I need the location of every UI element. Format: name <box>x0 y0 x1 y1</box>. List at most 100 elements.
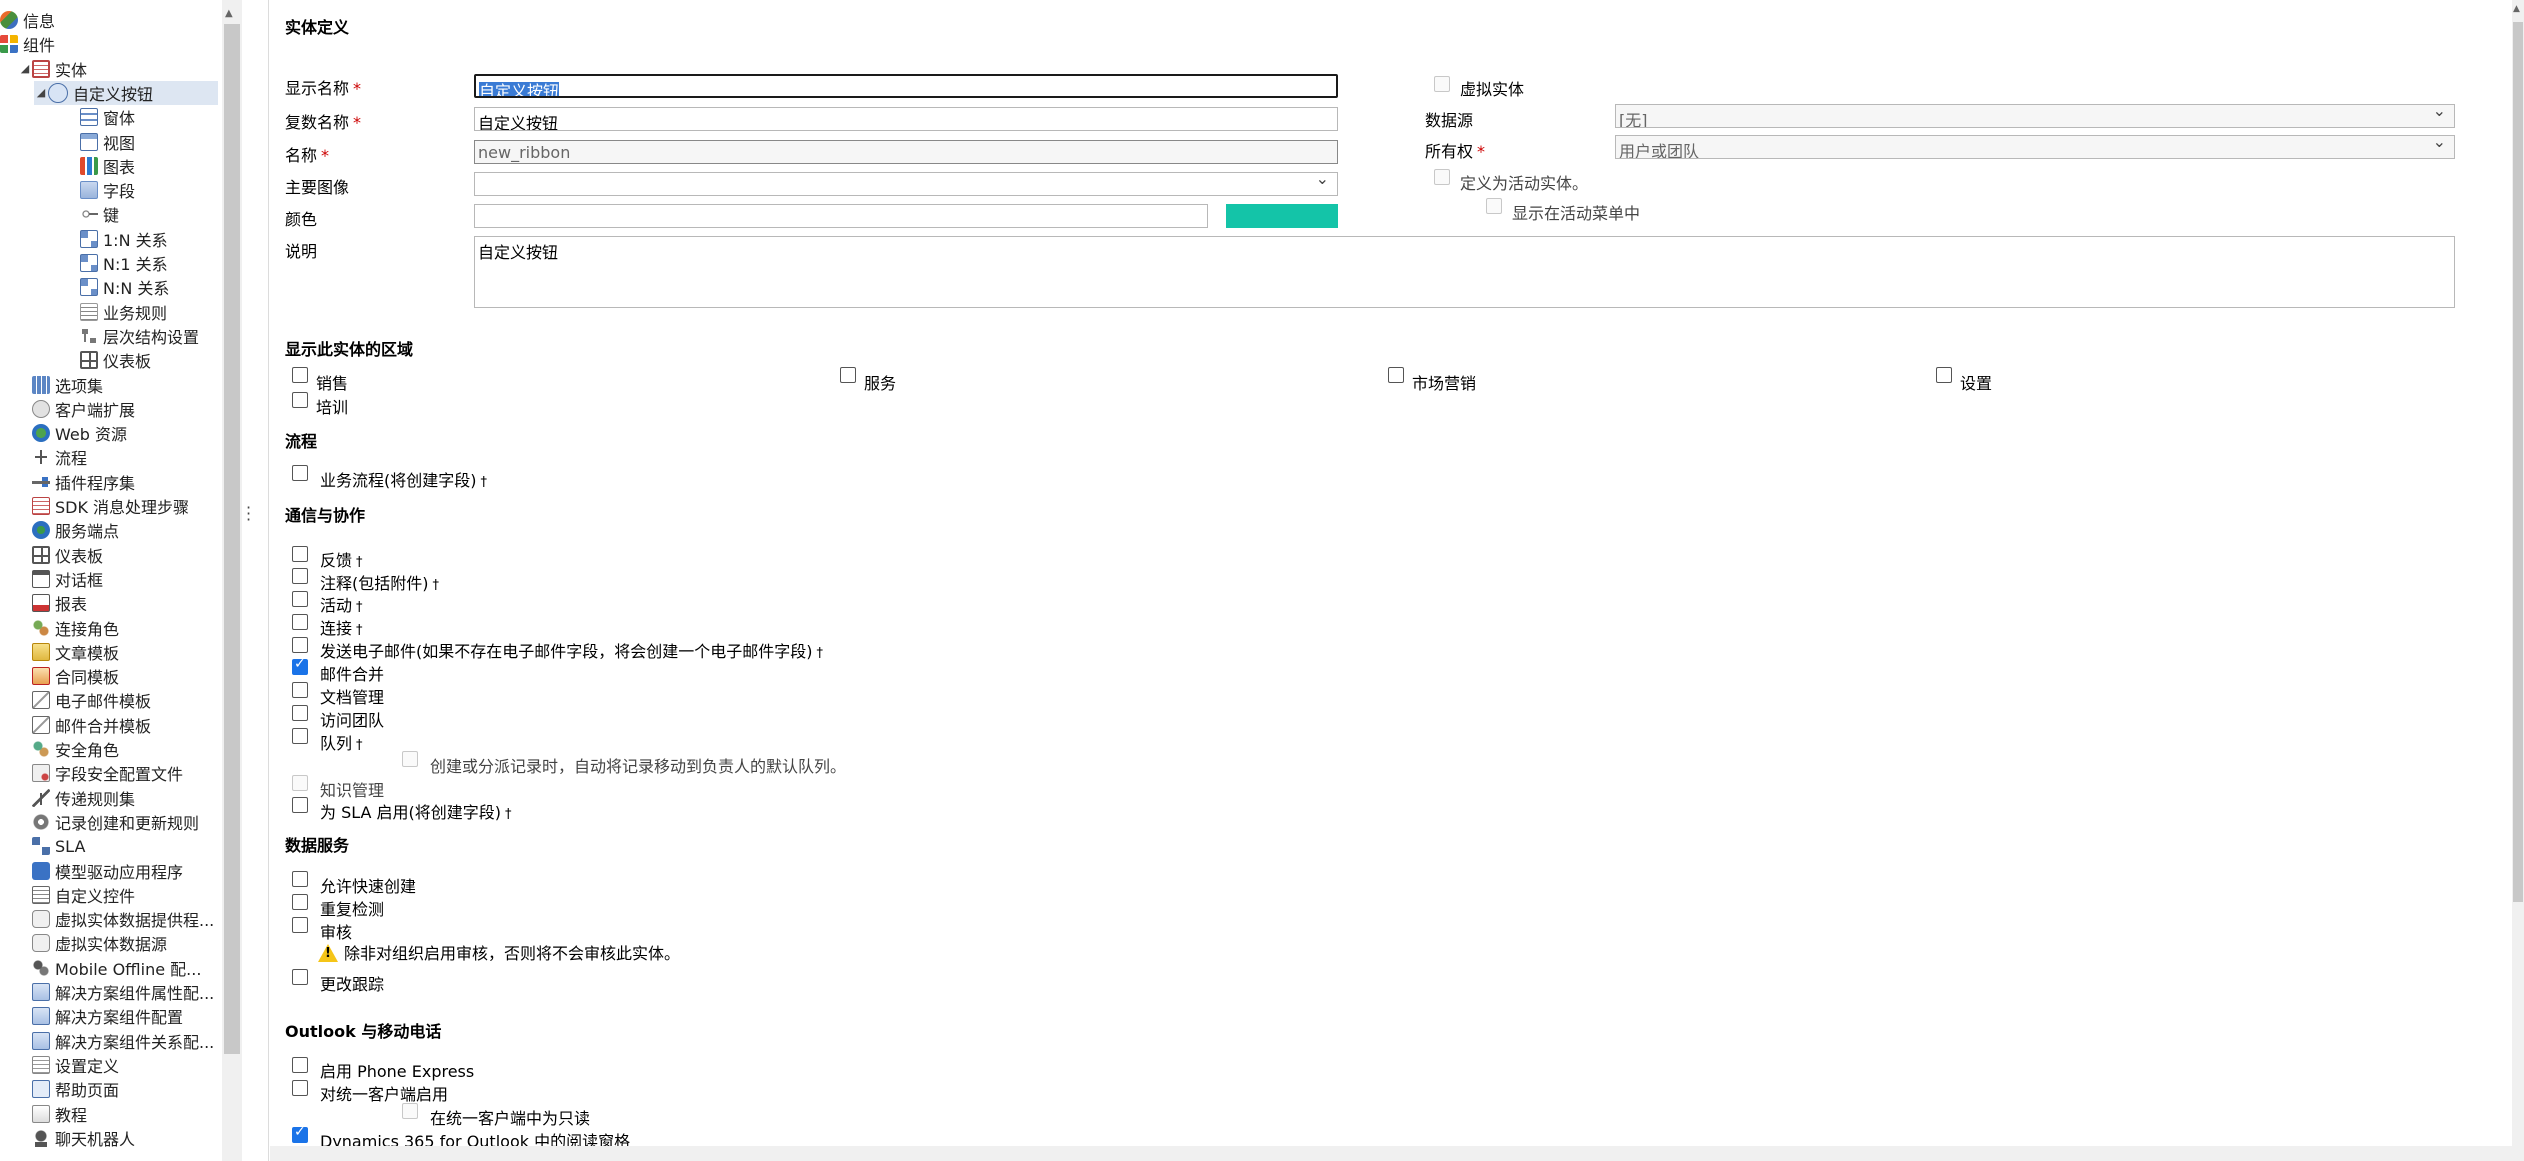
tree-item[interactable]: 聊天机器人 <box>18 1126 135 1150</box>
color-swatch[interactable] <box>1226 204 1338 228</box>
access-teams-checkbox[interactable] <box>292 705 308 721</box>
knowledge-management-checkbox[interactable] <box>292 775 308 791</box>
horizontal-scrollbar[interactable] <box>270 1146 2524 1161</box>
tree-scrollbar[interactable]: ▲ <box>222 0 242 1161</box>
plural-name-input[interactable]: 自定义按钮 <box>474 107 1338 131</box>
document-management-checkbox[interactable] <box>292 682 308 698</box>
entity-icon <box>32 59 50 78</box>
reading-pane-checkbox[interactable] <box>292 1124 308 1143</box>
tree-item[interactable]: 虚拟实体数据提供程... <box>18 907 214 931</box>
datasource-select[interactable]: [无] <box>1615 104 2455 128</box>
tree-item[interactable]: Web 资源 <box>18 421 127 445</box>
tree-item[interactable]: 字段安全配置文件 <box>18 761 183 785</box>
tree-item[interactable]: 键 <box>80 202 119 226</box>
tree-item[interactable]: 合同模板 <box>18 664 119 688</box>
tree-item[interactable]: 流程 <box>18 445 87 469</box>
tree-item[interactable]: 模型驱动应用程序 <box>18 859 183 883</box>
form-scroll-thumb[interactable] <box>2513 22 2523 902</box>
tree-item[interactable]: 信息 <box>0 8 55 32</box>
quick-create-checkbox[interactable] <box>292 871 308 887</box>
tree-item[interactable]: 插件程序集 <box>18 470 135 494</box>
color-input[interactable] <box>474 204 1208 228</box>
scroll-up-arrow-icon[interactable]: ▲ <box>2513 4 2520 14</box>
area-service-checkbox[interactable] <box>840 367 856 383</box>
activity-entity-checkbox[interactable] <box>1434 169 1450 185</box>
form-scrollbar[interactable]: ▲ <box>2512 0 2524 1146</box>
tree-scroll-thumb[interactable] <box>224 24 240 1054</box>
unified-readonly-checkbox[interactable] <box>402 1103 418 1119</box>
send-email-checkbox[interactable] <box>292 637 308 653</box>
name-input[interactable]: new_ribbon <box>474 140 1338 164</box>
tree-item[interactable]: 选项集 <box>18 373 103 397</box>
virtual-entity-checkbox[interactable] <box>1434 76 1450 92</box>
tree-item[interactable]: 业务规则 <box>80 300 167 324</box>
tree-item[interactable]: 服务端点 <box>18 518 119 542</box>
tree-item[interactable]: 记录创建和更新规则 <box>18 810 199 834</box>
splitter-grip-icon[interactable]: · · · <box>246 500 251 528</box>
area-marketing-checkbox[interactable] <box>1388 367 1404 383</box>
tree-item[interactable]: 仪表板 <box>18 543 103 567</box>
tree-item[interactable]: 自定义控件 <box>18 883 135 907</box>
business-process-checkbox[interactable] <box>292 465 308 481</box>
tree-item[interactable]: 虚拟实体数据源 <box>18 931 167 955</box>
tree-item[interactable]: 仪表板 <box>80 348 151 372</box>
connections-checkbox[interactable] <box>292 614 308 630</box>
sla-checkbox[interactable] <box>292 797 308 813</box>
tree-item[interactable]: Mobile Offline 配... <box>18 956 201 980</box>
info-icon <box>0 11 18 29</box>
area-settings-checkbox[interactable] <box>1936 367 1952 383</box>
notes-checkbox[interactable] <box>292 568 308 584</box>
tree-item[interactable]: N:1 关系 <box>80 251 168 275</box>
ownership-select[interactable]: 用户或团队 <box>1615 135 2455 159</box>
activities-checkbox[interactable] <box>292 591 308 607</box>
tree-item[interactable]: 报表 <box>18 591 87 615</box>
tree-item[interactable]: 1:N 关系 <box>80 227 168 251</box>
tree-item[interactable]: 解决方案组件配置 <box>18 1004 183 1028</box>
tree-item[interactable]: 图表 <box>80 154 135 178</box>
relationship-icon <box>80 229 98 248</box>
tree-item[interactable]: 传递规则集 <box>18 786 135 810</box>
tree-item[interactable]: 文章模板 <box>18 640 119 664</box>
tree-item[interactable]: N:N 关系 <box>80 275 169 299</box>
auditing-checkbox[interactable] <box>292 917 308 933</box>
tree-item[interactable]: 窗体 <box>80 105 135 129</box>
name-label: 名称 * <box>285 146 330 165</box>
area-training-checkbox[interactable] <box>292 392 308 408</box>
tree-item[interactable]: 邮件合并模板 <box>18 713 151 737</box>
tree-item[interactable]: 对话框 <box>18 567 103 591</box>
expand-toggle-icon[interactable]: ◢ <box>34 86 48 99</box>
tree-item[interactable]: 教程 <box>18 1102 87 1126</box>
scroll-up-arrow-icon[interactable]: ▲ <box>225 8 233 19</box>
tree-item[interactable]: ◢ 实体 <box>18 57 87 81</box>
tree-item[interactable]: 设置定义 <box>18 1053 119 1077</box>
expand-toggle-icon[interactable]: ◢ <box>18 62 32 75</box>
activity-menu-checkbox[interactable] <box>1486 198 1502 214</box>
tree-item[interactable]: 电子邮件模板 <box>18 688 151 712</box>
tree-item[interactable]: 层次结构设置 <box>80 324 199 348</box>
area-sales-checkbox[interactable] <box>292 367 308 383</box>
primary-image-select[interactable] <box>474 172 1338 196</box>
phone-express-checkbox[interactable] <box>292 1057 308 1073</box>
pane-splitter[interactable]: · · · <box>242 0 269 1161</box>
queues-checkbox[interactable] <box>292 728 308 744</box>
tree-item[interactable]: 组件 <box>0 32 55 56</box>
queue-auto-move-checkbox[interactable] <box>402 751 418 767</box>
tree-item[interactable]: 字段 <box>80 178 135 202</box>
tree-item[interactable]: 安全角色 <box>18 737 119 761</box>
tree-item[interactable]: 解决方案组件属性配... <box>18 980 214 1004</box>
feedback-checkbox[interactable] <box>292 546 308 562</box>
tree-item[interactable]: 客户端扩展 <box>18 397 135 421</box>
tree-item[interactable]: 连接角色 <box>18 616 119 640</box>
tree-item[interactable]: SLA <box>18 834 85 858</box>
mail-merge-checkbox[interactable] <box>292 656 308 675</box>
tree-item[interactable]: SDK 消息处理步骤 <box>18 494 189 518</box>
display-name-input[interactable]: 自定义按钮 <box>474 74 1338 98</box>
duplicate-detection-checkbox[interactable] <box>292 894 308 910</box>
tree-item[interactable]: ◢ 自定义按钮 <box>34 80 218 105</box>
tree-item[interactable]: 解决方案组件关系配... <box>18 1029 214 1053</box>
unified-client-checkbox[interactable] <box>292 1080 308 1096</box>
change-tracking-checkbox[interactable] <box>292 969 308 985</box>
description-textarea[interactable]: 自定义按钮 <box>474 236 2455 308</box>
tree-item[interactable]: 帮助页面 <box>18 1077 119 1101</box>
tree-item[interactable]: 视图 <box>80 130 135 154</box>
